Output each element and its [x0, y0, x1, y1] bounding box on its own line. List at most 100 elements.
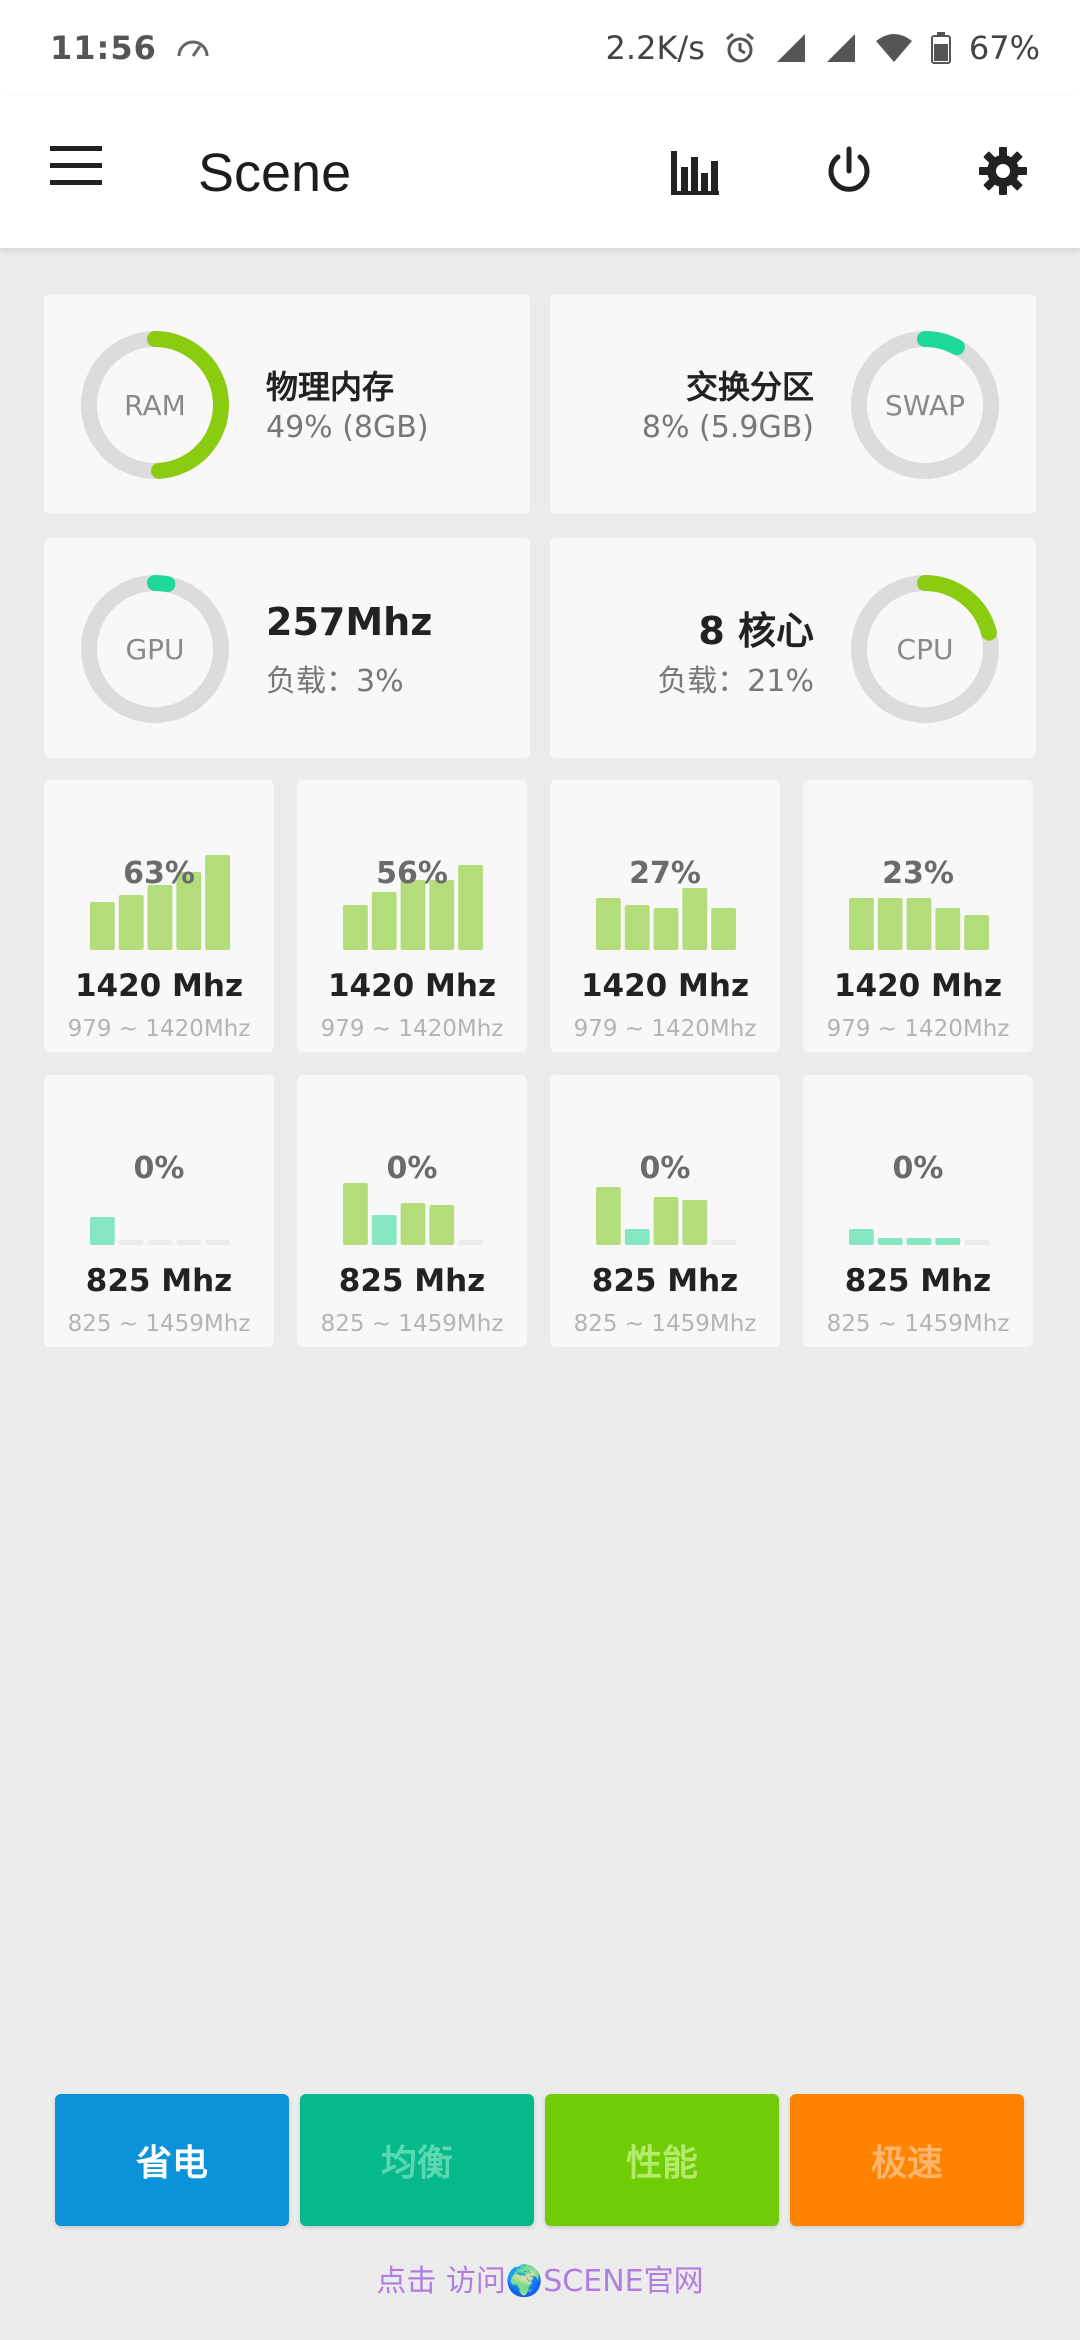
core-load-bar: [596, 1187, 621, 1245]
power-icon: [828, 146, 870, 192]
core-load-bar: [343, 905, 368, 950]
cpu-ring: CPU: [850, 574, 1000, 724]
core-load-bar: [90, 1217, 115, 1245]
core-load-bar: [176, 1240, 202, 1245]
cpu-cores: 8 核心: [698, 609, 814, 653]
core-range: 825 ~ 1459Mhz: [826, 1311, 1010, 1337]
gpu-ring: GPU: [80, 574, 230, 724]
core-load-bar: [624, 905, 650, 950]
swap-ring-label: SWAP: [885, 388, 965, 422]
core-load-bar: [429, 1205, 455, 1245]
gpu-load: 负载：3%: [266, 664, 404, 699]
power-save-mode-button[interactable]: 省电: [55, 2094, 289, 2226]
cpu-load: 负载：21%: [657, 664, 814, 699]
ram-title: 物理内存: [266, 368, 395, 406]
core-card[interactable]: 27% 1420 Mhz 979 ~ 1420Mhz: [550, 780, 780, 1052]
core-freq: 825 Mhz: [338, 1263, 486, 1299]
core-load-bar: [343, 1183, 368, 1245]
core-card[interactable]: 0% 825 Mhz 825 ~ 1459Mhz: [803, 1075, 1033, 1347]
core-freq: 1420 Mhz: [74, 968, 244, 1004]
core-range: 825 ~ 1459Mhz: [67, 1311, 251, 1337]
core-load-bar: [877, 898, 903, 950]
core-load-bar: [906, 1238, 932, 1245]
ram-ring-label: RAM: [124, 388, 186, 422]
page-title: Scene: [198, 143, 352, 203]
core-card[interactable]: 63% 1420 Mhz 979 ~ 1420Mhz: [44, 780, 274, 1052]
core-range: 979 ~ 1420Mhz: [67, 1016, 251, 1042]
wifi-icon: [875, 33, 913, 63]
cpu-ring-label: CPU: [896, 632, 954, 666]
core-load-bar: [849, 1229, 874, 1245]
gpu-card[interactable]: GPU 257Mhz 负载：3%: [44, 538, 530, 758]
core-load-bar: [90, 902, 115, 950]
ram-detail: 49% (8GB): [266, 410, 429, 445]
core-load-bar: [964, 1240, 989, 1245]
website-link[interactable]: 点击 访问🌍SCENE官网: [0, 2256, 1080, 2300]
fast-mode-button[interactable]: 极速: [790, 2094, 1024, 2226]
core-load: 0%: [639, 1151, 691, 1186]
menu-button[interactable]: [48, 144, 108, 196]
core-load: 56%: [376, 856, 448, 891]
gpu-ring-label: GPU: [125, 632, 185, 666]
ram-card[interactable]: RAM 物理内存 49% (8GB): [44, 294, 530, 514]
menu-icon: [50, 146, 102, 185]
performance-mode-button[interactable]: 性能: [545, 2094, 779, 2226]
core-load-bar: [935, 1238, 961, 1245]
swap-title: 交换分区: [685, 368, 814, 406]
core-load-bar: [653, 908, 679, 950]
cpu-card[interactable]: 8 核心 负载：21% CPU: [550, 538, 1036, 758]
core-load-bar: [624, 1229, 650, 1245]
stats-button[interactable]: [662, 138, 728, 204]
core-load-bar: [653, 1197, 679, 1245]
battery-icon: [930, 32, 951, 64]
swap-detail: 8% (5.9GB): [641, 410, 814, 445]
core-load-bar: [935, 908, 961, 950]
core-load: 0%: [386, 1151, 438, 1186]
core-range: 979 ~ 1420Mhz: [320, 1016, 504, 1042]
core-load-bar: [849, 898, 874, 950]
core-freq: 1420 Mhz: [327, 968, 497, 1004]
core-card[interactable]: 0% 825 Mhz 825 ~ 1459Mhz: [550, 1075, 780, 1347]
core-load-bar: [205, 1240, 230, 1245]
core-load-bar: [147, 1240, 173, 1245]
core-load: 0%: [133, 1151, 185, 1186]
core-load-bar: [371, 892, 397, 950]
swap-card[interactable]: 交换分区 8% (5.9GB) SWAP: [550, 294, 1036, 514]
core-load-bar: [118, 895, 144, 950]
status-time: 11:56: [50, 29, 157, 67]
app-bar: Scene: [0, 96, 1080, 250]
gpu-freq: 257Mhz: [266, 600, 433, 644]
core-freq: 825 Mhz: [591, 1263, 739, 1299]
core-card[interactable]: 0% 825 Mhz 825 ~ 1459Mhz: [44, 1075, 274, 1347]
battery-percent: 67%: [968, 29, 1040, 67]
core-card[interactable]: 56% 1420 Mhz 979 ~ 1420Mhz: [297, 780, 527, 1052]
core-load-bar: [371, 1215, 397, 1245]
core-freq: 825 Mhz: [844, 1263, 992, 1299]
core-load-bar: [147, 885, 173, 950]
core-load: 23%: [882, 856, 954, 891]
net-speed: 2.2K/s: [605, 29, 705, 67]
core-card[interactable]: 23% 1420 Mhz 979 ~ 1420Mhz: [803, 780, 1033, 1052]
core-load: 27%: [629, 856, 701, 891]
core-load-bar: [906, 898, 932, 950]
core-range: 825 ~ 1459Mhz: [320, 1311, 504, 1337]
balance-mode-button[interactable]: 均衡: [300, 2094, 534, 2226]
core-freq: 1420 Mhz: [833, 968, 1003, 1004]
core-card[interactable]: 0% 825 Mhz 825 ~ 1459Mhz: [297, 1075, 527, 1347]
swap-ring: SWAP: [850, 330, 1000, 480]
core-load-bar: [682, 888, 708, 950]
power-button[interactable]: [816, 138, 882, 204]
alarm-icon: [723, 31, 757, 65]
core-load-bar: [458, 1240, 483, 1245]
bar-chart-icon: [671, 151, 719, 195]
signal-icon-2: [825, 32, 857, 64]
core-load-bar: [118, 1240, 144, 1245]
core-load-bar: [400, 1203, 426, 1245]
core-load-bar: [877, 1238, 903, 1245]
core-freq: 825 Mhz: [85, 1263, 233, 1299]
ram-ring: RAM: [80, 330, 230, 480]
speedometer-icon: [175, 36, 211, 60]
settings-button[interactable]: [970, 138, 1036, 204]
core-load-bar: [711, 908, 736, 950]
core-freq: 1420 Mhz: [580, 968, 750, 1004]
